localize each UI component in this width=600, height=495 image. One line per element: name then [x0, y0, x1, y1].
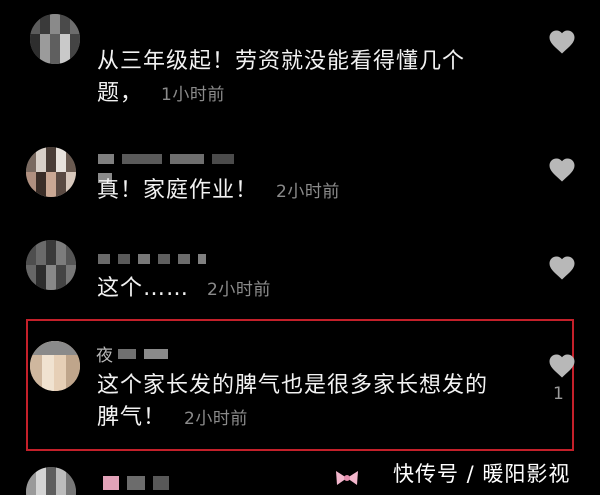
username-blurred[interactable] — [103, 472, 333, 490]
comment-text: 从三年级起！劳资就没能看得懂几个 题， 1小时前 — [97, 49, 466, 106]
comment-time: 2小时前 — [276, 182, 340, 202]
comment-list-screen: 从三年级起！劳资就没能看得懂几个 题， 1小时前 真！家庭作业！ 2小时前 这个… — [0, 0, 600, 495]
heart-icon[interactable] — [547, 155, 577, 183]
avatar[interactable] — [30, 341, 80, 391]
comment-time: 1小时前 — [161, 85, 225, 105]
comment-text: 真！家庭作业！ 2小时前 — [97, 178, 340, 203]
username-blurred[interactable] — [98, 148, 248, 183]
like-count: 1 — [553, 384, 564, 404]
username[interactable]: 夜 — [96, 341, 196, 366]
bow-emoji-icon — [336, 471, 358, 485]
heart-icon[interactable] — [547, 253, 577, 281]
heart-icon[interactable] — [547, 351, 577, 379]
comment-time: 2小时前 — [207, 280, 271, 300]
username-blurred[interactable] — [98, 248, 218, 264]
avatar[interactable] — [30, 14, 80, 64]
avatar[interactable] — [26, 240, 76, 290]
comment-time: 2小时前 — [184, 409, 248, 429]
comment-text: 这个…… 2小时前 — [97, 276, 271, 301]
avatar[interactable] — [26, 147, 76, 197]
heart-icon[interactable] — [547, 27, 577, 55]
watermark: 快传号 / 暖阳影视 — [393, 462, 571, 486]
comment-text: 这个家长发的脾气也是很多家长想发的 脾气！ 2小时前 — [97, 373, 489, 430]
avatar[interactable] — [26, 467, 76, 495]
